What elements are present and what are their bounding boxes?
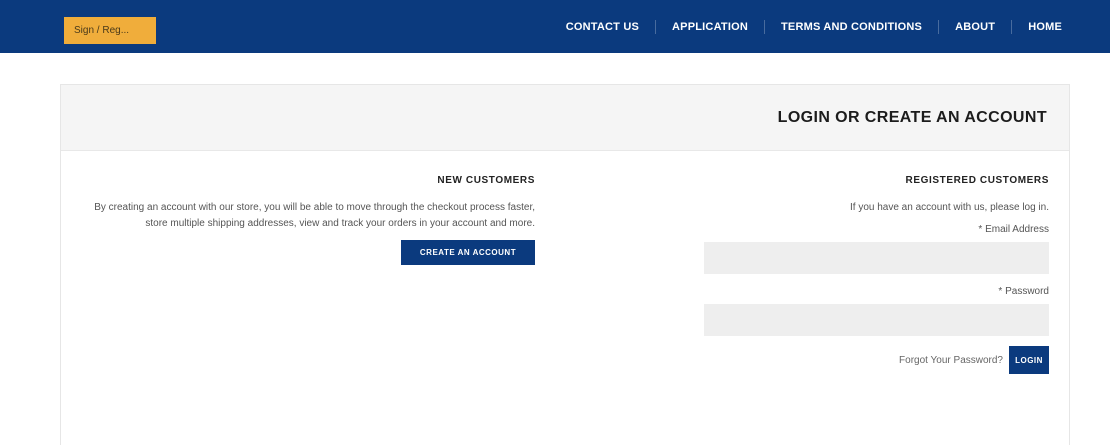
nav-contact-us[interactable]: CONTACT US (550, 21, 655, 33)
password-field[interactable] (704, 304, 1049, 336)
create-account-button[interactable]: CREATE AN ACCOUNT (401, 240, 535, 265)
new-customers-heading: NEW CUSTOMERS (437, 175, 535, 186)
registered-customers-heading: REGISTERED CUSTOMERS (905, 175, 1049, 186)
account-panel: LOGIN OR CREATE AN ACCOUNT NEW CUSTOMERS… (60, 84, 1070, 445)
email-label: * Email Address (978, 224, 1049, 235)
password-label: * Password (998, 286, 1049, 297)
new-customers-text: By creating an account with our store, y… (94, 202, 535, 229)
registered-intro: If you have an account with us, please l… (849, 202, 1049, 213)
main-nav: CONTACT US APPLICATION TERMS AND CONDITI… (550, 0, 1078, 53)
nav-terms-and-conditions[interactable]: TERMS AND CONDITIONS (765, 21, 938, 33)
login-row: Forgot Your Password? LOGIN (675, 346, 1049, 374)
registered-customers-section: REGISTERED CUSTOMERS If you have an acco… (675, 175, 1049, 374)
nav-application[interactable]: APPLICATION (656, 21, 764, 33)
panel-header: LOGIN OR CREATE AN ACCOUNT (61, 85, 1069, 151)
brand-button[interactable]: Sign / Reg... (64, 17, 156, 44)
top-navbar: Sign / Reg... CONTACT US APPLICATION TER… (0, 0, 1110, 53)
login-button[interactable]: LOGIN (1009, 346, 1049, 374)
new-customers-section: NEW CUSTOMERS By creating an account wit… (77, 175, 535, 265)
email-field[interactable] (704, 242, 1049, 274)
nav-home[interactable]: HOME (1012, 21, 1078, 33)
nav-about[interactable]: ABOUT (939, 21, 1011, 33)
page-title: LOGIN OR CREATE AN ACCOUNT (777, 108, 1047, 126)
forgot-password-link[interactable]: Forgot Your Password? (899, 355, 1003, 366)
